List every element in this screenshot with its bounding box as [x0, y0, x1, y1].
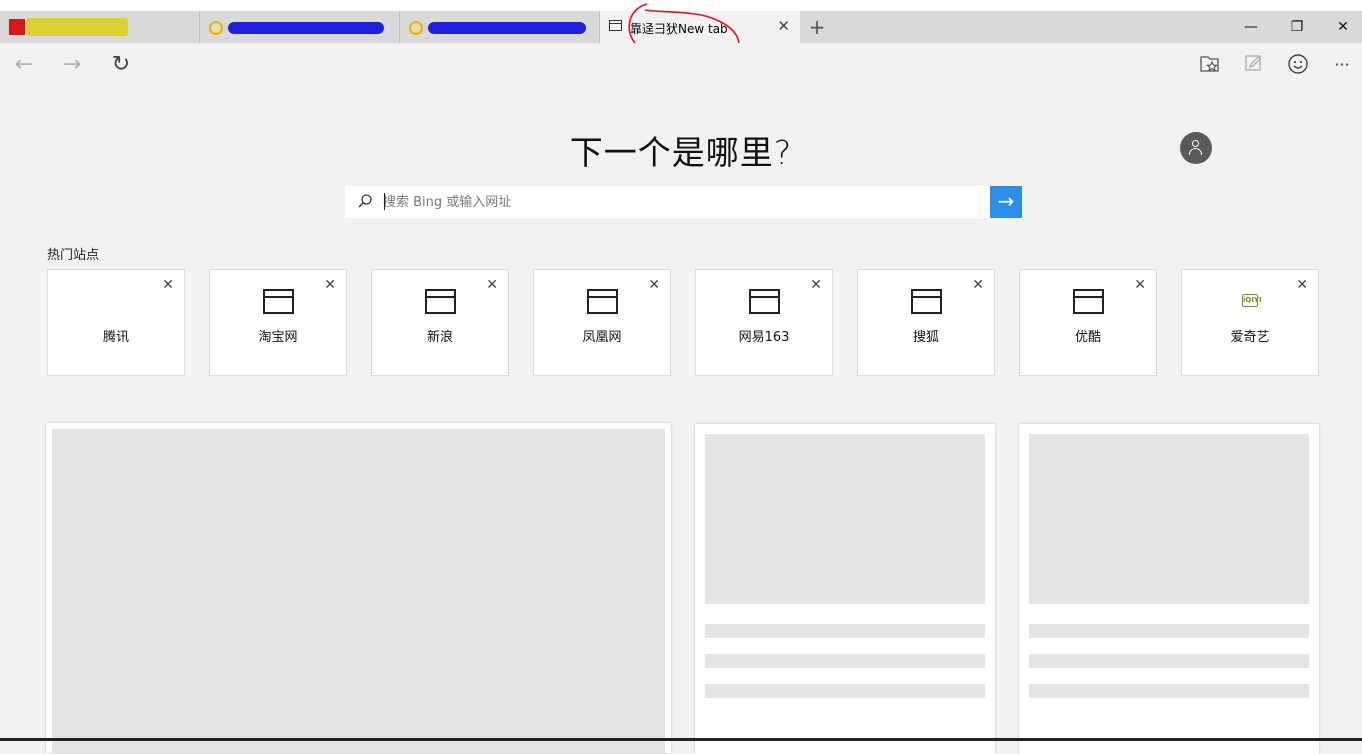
iqiyi-icon: iQIYI: [1242, 294, 1262, 307]
image-placeholder: [705, 434, 985, 604]
close-icon[interactable]: ✕: [1296, 277, 1308, 293]
text-placeholder: [705, 624, 985, 638]
feedback-smiley-icon[interactable]: [1285, 53, 1311, 79]
site-label: 优酷: [1074, 330, 1101, 345]
page-icon: [587, 289, 618, 314]
close-icon[interactable]: ✕: [324, 277, 336, 293]
close-icon[interactable]: ✕: [162, 277, 174, 293]
site-tile-iqiyi[interactable]: ✕ iQIYI 爱奇艺: [1181, 269, 1319, 376]
close-tab-icon[interactable]: ✕: [777, 17, 790, 35]
image-placeholder: [1029, 434, 1309, 604]
back-button[interactable]: ←: [11, 53, 37, 79]
new-tab-button[interactable]: +: [805, 14, 829, 40]
page-icon: [749, 289, 780, 314]
site-tile-sohu[interactable]: ✕ 搜狐: [857, 269, 995, 376]
close-window-button[interactable]: ✕: [1320, 11, 1362, 43]
page-icon: [1073, 289, 1104, 314]
tab-3[interactable]: [400, 11, 600, 43]
top-sites-label: 热门站点: [47, 248, 100, 263]
site-tile-tencent[interactable]: ✕ 腾讯: [47, 269, 185, 376]
redaction-scribble: [228, 22, 384, 34]
tab-1[interactable]: [0, 11, 200, 43]
refresh-button[interactable]: ↻: [108, 53, 134, 79]
redaction-scribble: [428, 22, 586, 34]
search-input[interactable]: [383, 186, 983, 218]
site-tile-sina[interactable]: ✕ 新浪: [371, 269, 509, 376]
site-label: 爱奇艺: [1230, 330, 1270, 345]
user-icon: [1192, 140, 1199, 147]
site-tile-youku[interactable]: ✕ 优酷: [1019, 269, 1157, 376]
sun-icon: [209, 21, 223, 35]
news-card-large[interactable]: [46, 423, 671, 753]
close-icon[interactable]: ✕: [1134, 277, 1146, 293]
site-tile-ifeng[interactable]: ✕ 凤凰网: [533, 269, 671, 376]
red-flag-icon: [9, 19, 25, 35]
site-label: 搜狐: [912, 330, 939, 345]
site-label: 淘宝网: [258, 330, 298, 345]
news-card[interactable]: [1019, 424, 1319, 754]
text-placeholder: [1029, 684, 1309, 698]
navigation-bar: ← → ↻ ···: [0, 43, 1362, 88]
close-icon[interactable]: ✕: [486, 277, 498, 293]
page-icon: [911, 289, 942, 314]
page-title: 下一个是哪里?: [569, 133, 793, 172]
web-note-icon[interactable]: [1241, 53, 1267, 79]
image-placeholder: [52, 429, 665, 753]
forward-button[interactable]: →: [59, 53, 85, 79]
search-icon: [357, 193, 373, 209]
close-icon[interactable]: ✕: [972, 277, 984, 293]
more-options-icon[interactable]: ···: [1329, 53, 1355, 79]
site-label: 凤凰网: [582, 330, 622, 345]
text-placeholder: [1029, 624, 1309, 638]
text-placeholder: [705, 654, 985, 668]
news-card[interactable]: [695, 424, 995, 754]
text-caret: [384, 193, 385, 210]
site-label: 网易163: [738, 330, 790, 345]
favorites-icon[interactable]: [1197, 53, 1223, 79]
site-label: 腾讯: [102, 330, 129, 345]
search-box[interactable]: [345, 186, 1022, 218]
minimize-button[interactable]: —: [1228, 11, 1274, 43]
site-tile-taobao[interactable]: ✕ 淘宝网: [209, 269, 347, 376]
close-icon[interactable]: ✕: [810, 277, 822, 293]
site-tile-163[interactable]: ✕ 网易163: [695, 269, 833, 376]
text-placeholder: [705, 684, 985, 698]
avatar[interactable]: [1180, 132, 1212, 164]
search-go-button[interactable]: →: [990, 186, 1022, 218]
sun-icon: [409, 21, 423, 35]
page-icon: [425, 289, 456, 314]
tab-2[interactable]: [200, 11, 400, 43]
page-icon: [263, 289, 294, 314]
redaction-scribble: [26, 18, 128, 36]
restore-button[interactable]: ❐: [1274, 11, 1320, 43]
close-icon[interactable]: ✕: [648, 277, 660, 293]
site-label: 新浪: [426, 330, 453, 345]
text-placeholder: [1029, 654, 1309, 668]
